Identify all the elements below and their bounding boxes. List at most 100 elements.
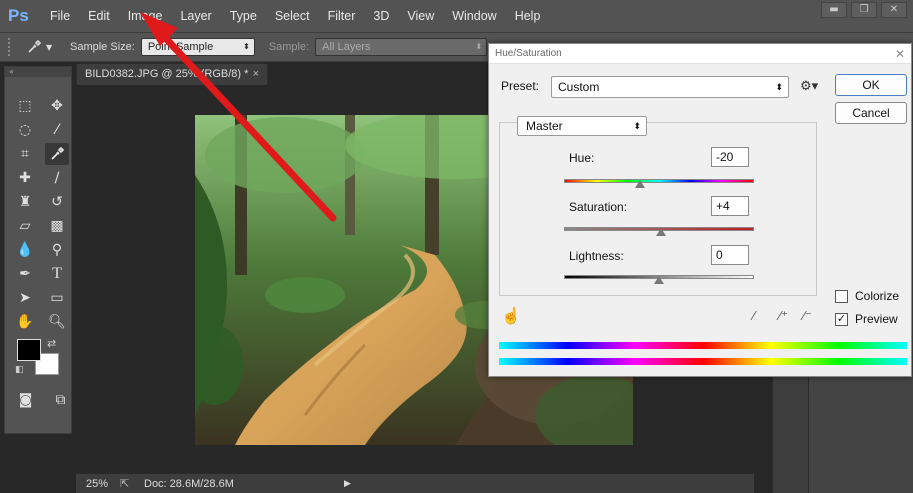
eyedropper-tool-preset[interactable]: ▼ <box>26 37 56 57</box>
menu-window[interactable]: Window <box>452 9 496 23</box>
eyedropper-icon <box>51 146 65 160</box>
history-brush-tool[interactable]: ↺ <box>45 191 69 213</box>
eyedropper-tool[interactable] <box>45 143 69 165</box>
hand-tool[interactable]: ✋ <box>13 311 37 333</box>
blur-tool[interactable]: 💧 <box>13 239 37 261</box>
lightness-slider-thumb[interactable] <box>654 276 664 284</box>
colorize-label: Colorize <box>855 289 900 303</box>
menu-file[interactable]: File <box>50 9 70 23</box>
document-tab[interactable]: BILD0382.JPG @ 25% (RGB/8) * × <box>76 63 268 85</box>
quick-mask-tool[interactable]: ◙ <box>15 389 36 411</box>
move-tool[interactable]: ✥ <box>45 95 69 117</box>
hand-adjust-icon[interactable]: ☝ <box>501 306 521 326</box>
eraser-icon: ▱ <box>19 218 31 234</box>
channel-select[interactable]: Master ⬍ <box>517 116 647 136</box>
minimize-button[interactable]: ▬ <box>821 2 847 18</box>
sample-size-value: Point Sample <box>147 41 214 53</box>
menu-view[interactable]: View <box>407 9 434 23</box>
preset-select[interactable]: Custom ⬍ <box>551 76 789 98</box>
maximize-button[interactable]: ❐ <box>851 2 877 18</box>
crop-icon: ⌗ <box>21 146 29 162</box>
menu-3d[interactable]: 3D <box>373 9 389 23</box>
tools-panel-collapse[interactable]: « <box>5 67 71 77</box>
eyedropper-icon <box>28 39 42 53</box>
dialog-close-button[interactable]: ✕ <box>895 47 905 61</box>
cancel-button[interactable]: Cancel <box>835 102 907 124</box>
drop-icon: 💧 <box>16 242 34 258</box>
quick-select-tool[interactable]: ⁄ <box>45 119 69 141</box>
history-brush-icon: ↺ <box>51 194 63 210</box>
preset-label: Preset: <box>501 79 540 93</box>
path-select-tool[interactable]: ➤ <box>13 287 37 309</box>
options-grip[interactable] <box>8 38 12 56</box>
sample-value: All Layers <box>322 41 371 53</box>
hue-input[interactable]: -20 <box>711 147 749 167</box>
updown-caret-icon: ⬍ <box>775 82 783 92</box>
updown-caret-icon: ⬍ <box>243 42 250 51</box>
lasso-tool[interactable]: ◌ <box>13 119 37 141</box>
dodge-tool[interactable]: ⚲ <box>45 239 69 261</box>
sample-select[interactable]: All Layers ⬍ <box>315 38 488 56</box>
type-tool[interactable]: T <box>45 263 69 285</box>
marquee-tool[interactable]: ⬚ <box>13 95 37 117</box>
close-button[interactable]: ✕ <box>881 2 907 18</box>
hand-icon: ✋ <box>16 314 34 330</box>
eraser-tool[interactable]: ▱ <box>13 215 37 237</box>
bandage-icon: ✚ <box>19 170 31 186</box>
foreground-color-swatch[interactable] <box>17 339 41 361</box>
marquee-icon: ⬚ <box>18 98 32 114</box>
rectangle-icon: ▭ <box>50 290 64 306</box>
eyedropper-minus-icon[interactable]: ⁄⁻ <box>803 308 812 324</box>
eyedropper-plus-icon[interactable]: ⁄⁺ <box>779 308 788 324</box>
updown-caret-icon: ⬍ <box>633 121 641 131</box>
tools-panel: « ⬚ ✥ ◌ ⁄ ⌗ ✚ ∕ ♜ ↺ ▱ ▩ 💧 ⚲ ✒ T ➤ ▭ ✋ 🔍︎ <box>4 66 72 434</box>
hue-slider-track[interactable] <box>564 179 754 183</box>
default-colors-icon[interactable]: ◧ <box>15 365 24 375</box>
healing-tool[interactable]: ✚ <box>13 167 37 189</box>
zoom-level[interactable]: 25% <box>76 478 120 490</box>
dialog-title: Hue/Saturation <box>489 44 911 64</box>
document-tab-close[interactable]: × <box>253 64 259 84</box>
menu-help[interactable]: Help <box>515 9 541 23</box>
sample-size-select[interactable]: Point Sample ⬍ <box>140 38 255 56</box>
export-icon[interactable]: ⇱ <box>120 477 144 490</box>
magic-wand-icon: ⁄ <box>55 122 59 138</box>
swap-colors-icon[interactable]: ⇄ <box>47 337 56 350</box>
window-controls: ▬ ❐ ✕ <box>821 2 907 18</box>
menu-image[interactable]: Image <box>128 9 163 23</box>
shape-tool[interactable]: ▭ <box>45 287 69 309</box>
hue-slider-thumb[interactable] <box>635 180 645 188</box>
stamp-tool[interactable]: ♜ <box>13 191 37 213</box>
colorize-checkbox[interactable] <box>835 290 848 303</box>
lightness-input[interactable]: 0 <box>711 245 749 265</box>
screen-mode-tool[interactable]: ⧉ <box>50 389 71 411</box>
output-spectrum-bar <box>499 358 907 365</box>
preview-checkbox[interactable]: ✓ <box>835 313 848 326</box>
menu-filter[interactable]: Filter <box>328 9 356 23</box>
status-menu-arrow[interactable]: ▶ <box>344 478 351 489</box>
saturation-slider-thumb[interactable] <box>655 228 666 236</box>
zoom-tool[interactable]: 🔍︎ <box>45 311 69 333</box>
eyedropper-icon[interactable]: ⁄ <box>753 308 755 323</box>
preview-label: Preview <box>855 312 898 326</box>
lightness-label: Lightness: <box>569 249 624 263</box>
type-icon: T <box>52 265 62 282</box>
gradient-icon: ▩ <box>50 218 64 234</box>
ok-button[interactable]: OK <box>835 74 907 96</box>
menu-type[interactable]: Type <box>230 9 257 23</box>
updown-caret-icon: ⬍ <box>475 42 483 51</box>
magnify-lens-icon: ⚲ <box>51 242 63 258</box>
gradient-tool[interactable]: ▩ <box>45 215 69 237</box>
menu-select[interactable]: Select <box>275 9 310 23</box>
saturation-input[interactable]: +4 <box>711 196 749 216</box>
menu-edit[interactable]: Edit <box>88 9 110 23</box>
menu-layer[interactable]: Layer <box>180 9 211 23</box>
chevron-down-icon: ▼ <box>46 42 53 52</box>
move-icon: ✥ <box>51 98 63 114</box>
quick-mask-icon: ◙ <box>18 392 33 408</box>
pen-tool[interactable]: ✒ <box>13 263 37 285</box>
stamp-icon: ♜ <box>18 194 32 210</box>
crop-tool[interactable]: ⌗ <box>13 143 37 165</box>
gear-icon[interactable]: ⚙▾ <box>800 78 818 94</box>
brush-tool[interactable]: ∕ <box>45 167 69 189</box>
